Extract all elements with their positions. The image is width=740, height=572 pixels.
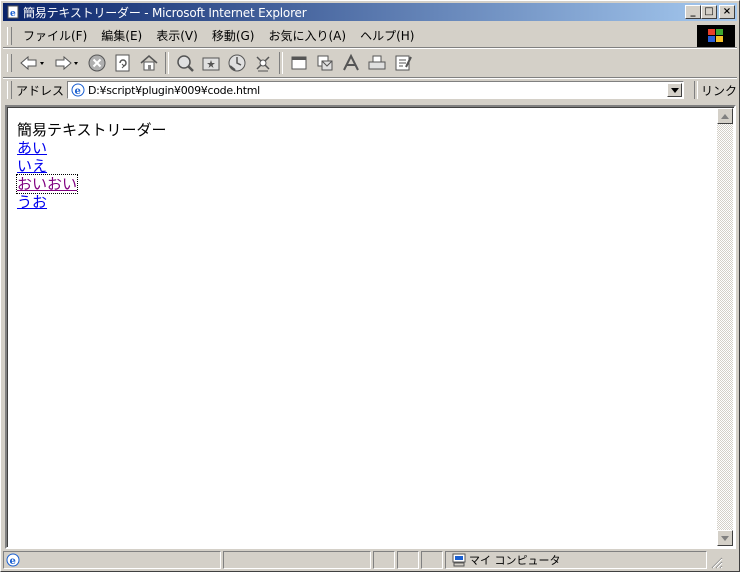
edit-page-icon xyxy=(395,55,412,71)
toolbar-separator xyxy=(165,52,169,74)
address-input[interactable] xyxy=(87,83,668,97)
chevron-down-icon xyxy=(670,87,679,93)
forward-button[interactable] xyxy=(50,51,84,75)
edit-button[interactable] xyxy=(390,51,416,75)
windows-logo-throbber xyxy=(697,25,735,47)
arrow-down-icon xyxy=(721,535,729,541)
window-title: 簡易テキストリーダー - Microsoft Internet Explorer xyxy=(23,5,307,20)
fullscreen-icon xyxy=(291,56,307,70)
menu-view[interactable]: 表示(V) xyxy=(149,27,205,45)
resize-grip[interactable] xyxy=(709,555,723,569)
status-progress-pane xyxy=(223,551,371,569)
history-icon xyxy=(228,54,246,72)
font-size-button[interactable] xyxy=(338,51,364,75)
menu-grip[interactable] xyxy=(7,27,12,45)
menu-go[interactable]: 移動(G) xyxy=(205,27,262,45)
channels-button[interactable] xyxy=(250,51,276,75)
favorites-folder-icon xyxy=(202,57,220,71)
search-icon xyxy=(177,55,194,72)
window-controls: _ □ × xyxy=(685,5,735,19)
ie-page-icon: e xyxy=(6,5,20,19)
link-uo[interactable]: うお xyxy=(17,193,167,211)
mail-button[interactable] xyxy=(312,51,338,75)
close-button[interactable]: × xyxy=(719,5,735,19)
page-body: 簡易テキストリーダー あい いえ おいおい うお xyxy=(15,121,167,211)
home-button[interactable] xyxy=(136,51,162,75)
link-oioi[interactable]: おいおい xyxy=(15,174,79,194)
maximize-button[interactable]: □ xyxy=(701,5,717,19)
status-zone-pane: マイ コンピュータ xyxy=(445,551,707,569)
address-label: アドレス xyxy=(15,83,64,98)
status-offline-pane xyxy=(373,551,395,569)
ie-page-icon: e xyxy=(70,82,86,98)
toolbar-grip[interactable] xyxy=(7,54,12,72)
menu-help[interactable]: ヘルプ(H) xyxy=(353,27,421,45)
stop-icon xyxy=(88,54,106,72)
satellite-icon xyxy=(256,56,270,72)
forward-arrow-icon xyxy=(55,55,78,71)
minimize-button[interactable]: _ xyxy=(685,5,701,19)
refresh-icon xyxy=(115,54,130,72)
address-dropdown-button[interactable] xyxy=(667,83,683,97)
back-arrow-icon xyxy=(20,55,44,71)
menu-edit[interactable]: 編集(E) xyxy=(94,27,149,45)
scroll-down-button[interactable] xyxy=(717,530,733,546)
links-separator xyxy=(694,81,698,99)
status-bar: e マイ コンピュータ xyxy=(3,551,737,569)
links-button[interactable]: リンク xyxy=(701,82,737,99)
vertical-scrollbar[interactable] xyxy=(717,108,733,546)
print-button[interactable] xyxy=(364,51,390,75)
status-ie-icon: e xyxy=(6,553,20,567)
home-icon xyxy=(140,55,158,71)
toolbar-separator xyxy=(279,52,283,74)
printer-icon xyxy=(368,55,386,70)
page-heading: 簡易テキストリーダー xyxy=(17,121,167,139)
menu-favorites[interactable]: お気に入り(A) xyxy=(261,27,353,45)
status-lock-pane xyxy=(397,551,419,569)
computer-icon xyxy=(452,553,466,567)
standard-toolbar xyxy=(3,49,737,77)
address-bar: アドレス e リンク xyxy=(3,79,737,101)
resize-grip-icon xyxy=(711,557,723,569)
refresh-button[interactable] xyxy=(110,51,136,75)
fullscreen-button[interactable] xyxy=(286,51,312,75)
svg-text:e: e xyxy=(10,556,16,567)
windows-logo-icon xyxy=(708,29,723,42)
arrow-up-icon xyxy=(721,113,729,119)
page-viewport[interactable]: 簡易テキストリーダー あい いえ おいおい うお xyxy=(5,105,736,549)
back-button[interactable] xyxy=(16,51,50,75)
address-grip[interactable] xyxy=(7,81,12,99)
menu-bar: ファイル(F) 編集(E) 表示(V) 移動(G) お気に入り(A) ヘルプ(H… xyxy=(3,25,693,47)
security-zone-label: マイ コンピュータ xyxy=(469,554,561,567)
link-ie[interactable]: いえ xyxy=(17,157,167,175)
status-misc-pane xyxy=(421,551,443,569)
svg-text:e: e xyxy=(10,9,16,19)
font-icon xyxy=(343,53,359,71)
svg-text:e: e xyxy=(74,86,80,97)
browser-window: e 簡易テキストリーダー - Microsoft Internet Explor… xyxy=(0,0,740,572)
search-button[interactable] xyxy=(172,51,198,75)
history-button[interactable] xyxy=(224,51,250,75)
menu-file[interactable]: ファイル(F) xyxy=(16,27,94,45)
link-ai[interactable]: あい xyxy=(17,139,167,157)
mail-icon xyxy=(317,55,333,71)
status-text-pane: e xyxy=(3,551,221,569)
scroll-up-button[interactable] xyxy=(717,108,733,124)
title-bar[interactable]: e 簡易テキストリーダー - Microsoft Internet Explor… xyxy=(3,3,737,21)
address-combo[interactable]: e xyxy=(66,81,685,99)
stop-button[interactable] xyxy=(84,51,110,75)
favorites-button[interactable] xyxy=(198,51,224,75)
